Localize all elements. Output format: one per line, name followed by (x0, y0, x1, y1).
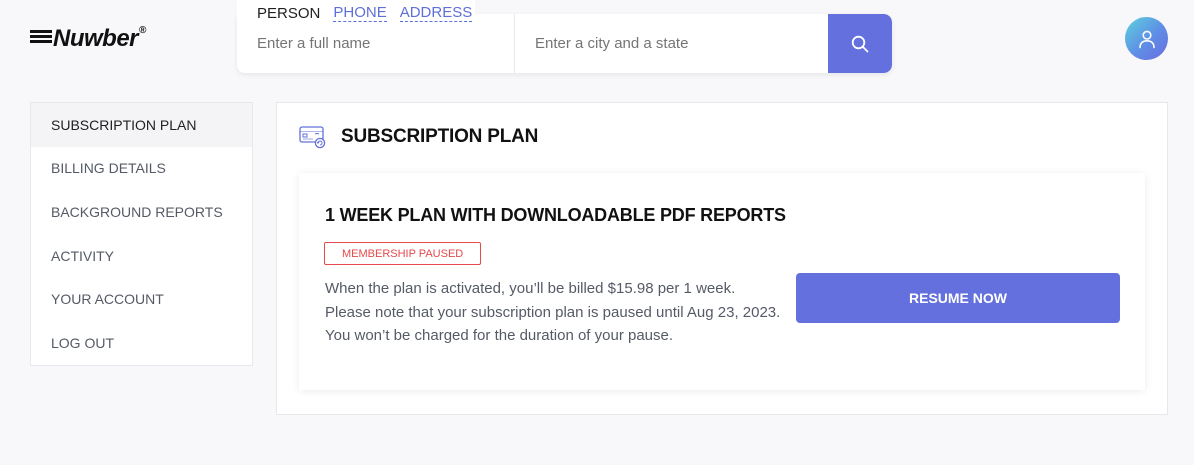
status-badge: MEMBERSHIP PAUSED (324, 242, 482, 265)
tab-address[interactable]: ADDRESS (399, 4, 473, 22)
tab-person[interactable]: PERSON (257, 5, 320, 22)
resume-now-button[interactable]: RESUME NOW (796, 273, 1120, 323)
billing-note: When the plan is activated, you’ll be bi… (325, 280, 736, 297)
plan-description: When the plan is activated, you’ll be bi… (325, 277, 785, 348)
tab-phone[interactable]: PHONE (333, 4, 387, 22)
logo-lines-icon (30, 30, 52, 43)
pause-note: Please note that your subscription plan … (325, 303, 781, 321)
plan-title: 1 WEEK PLAN WITH DOWNLOADABLE PDF REPORT… (325, 205, 786, 225)
charge-note: You won’t be charged for the duration of… (325, 327, 674, 344)
search-icon (851, 35, 869, 52)
user-avatar[interactable] (1125, 17, 1168, 60)
sidebar-item-activity[interactable]: ACTIVITY (31, 234, 252, 278)
panel-header: SUBSCRIPTION PLAN (299, 125, 538, 149)
plan-card: 1 WEEK PLAN WITH DOWNLOADABLE PDF REPORT… (299, 173, 1145, 390)
sidebar-item-log-out[interactable]: LOG OUT (31, 321, 252, 365)
sidebar-item-background-reports[interactable]: BACKGROUND REPORTS (31, 190, 252, 234)
sidebar-item-billing-details[interactable]: BILLING DETAILS (31, 147, 252, 191)
sidebar-item-subscription-plan[interactable]: SUBSCRIPTION PLAN (31, 103, 252, 147)
page-title: SUBSCRIPTION PLAN (341, 126, 539, 147)
account-sidebar: SUBSCRIPTION PLAN BILLING DETAILS BACKGR… (30, 102, 253, 366)
logo-registered-mark: ® (139, 25, 147, 36)
search-type-tabs: PERSON PHONE ADDRESS (237, 0, 475, 26)
search-button[interactable] (828, 14, 892, 73)
nuwber-logo[interactable]: Nuwber ® (30, 25, 147, 52)
logo-text: Nuwber (53, 25, 139, 52)
subscription-card-icon (299, 126, 326, 149)
city-state-input[interactable] (515, 14, 828, 73)
subscription-panel: SUBSCRIPTION PLAN 1 WEEK PLAN WITH DOWNL… (276, 102, 1168, 415)
user-icon (1138, 30, 1155, 48)
sidebar-item-your-account[interactable]: YOUR ACCOUNT (31, 277, 252, 321)
